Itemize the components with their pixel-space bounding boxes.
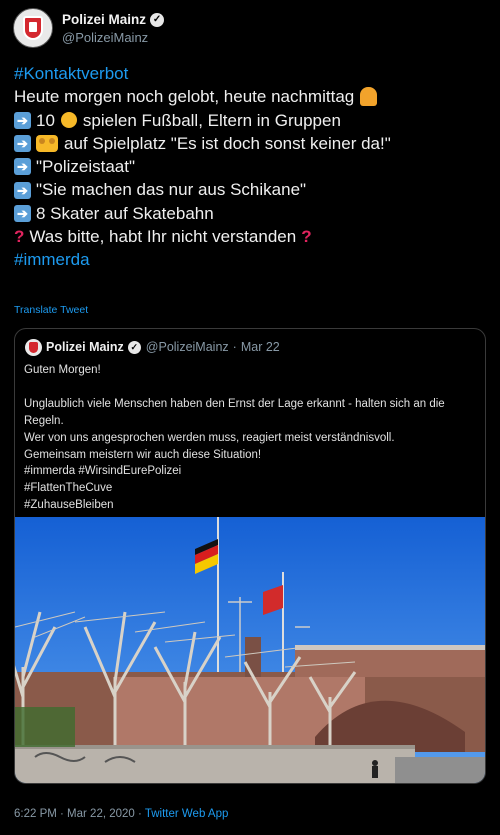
avatar[interactable]	[13, 8, 53, 48]
source-link[interactable]: Twitter Web App	[145, 808, 229, 820]
timestamp[interactable]: 6:22 PM · Mar 22, 2020 ·	[14, 808, 142, 820]
quoted-hashtags[interactable]: #FlattenTheCuve	[24, 480, 479, 497]
handle[interactable]: @PolizeiMainz	[62, 30, 148, 45]
arrow-right-icon: ➔	[14, 158, 31, 176]
face-emoji	[60, 112, 77, 129]
arrow-right-icon: ➔	[14, 111, 31, 129]
tweet-line: Heute morgen noch gelobt, heute nachmitt…	[14, 87, 355, 107]
quoted-hashtags[interactable]: #immerda #WirsindEurePolizei	[24, 463, 479, 480]
facepalm-emoji	[360, 87, 378, 107]
question-mark-icon: ?	[14, 227, 25, 247]
quoted-line: Guten Morgen!	[24, 364, 101, 376]
hashtag-link[interactable]: #Kontaktverbot	[14, 62, 128, 85]
translate-tweet-link[interactable]: Translate Tweet	[14, 304, 88, 316]
tweet: Polizei Mainz ✓ @PolizeiMainz #Kontaktve…	[0, 0, 500, 835]
question-mark-icon: ?	[301, 227, 312, 247]
police-crest-icon	[23, 16, 43, 40]
quoted-hashtags[interactable]: #ZuhauseBleiben	[24, 497, 479, 514]
tweet-footer: 6:22 PM · Mar 22, 2020 · Twitter Web App	[14, 808, 228, 820]
quoted-text: Guten Morgen! Unglaublich viele Menschen…	[24, 362, 479, 514]
tweet-line: "Polizeistaat"	[36, 157, 136, 177]
author-name-row[interactable]: Polizei Mainz ✓	[62, 12, 165, 27]
quoted-date[interactable]: Mar 22	[241, 340, 280, 354]
tweet-line: 8 Skater auf Skatebahn	[36, 203, 214, 223]
arrow-right-icon: ➔	[14, 204, 31, 222]
quoted-tweet[interactable]: Polizei Mainz ✓ @PolizeiMainz · Mar 22 G…	[14, 328, 486, 784]
meta-separator: ·	[232, 340, 237, 354]
quoted-line: Unglaublich viele Menschen haben den Ern…	[24, 397, 445, 427]
hashtag-link[interactable]: #immerda	[14, 248, 90, 271]
display-name[interactable]: Polizei Mainz	[62, 12, 146, 27]
tweet-line: spielen Fußball, Eltern in Gruppen	[82, 110, 341, 130]
quoted-header: Polizei Mainz ✓ @PolizeiMainz · Mar 22	[46, 340, 280, 354]
verified-badge-icon: ✓	[127, 340, 141, 354]
tweet-line-number: 10	[36, 110, 55, 130]
tweet-line: Was bitte, habt Ihr nicht verstanden	[29, 227, 297, 247]
quoted-avatar[interactable]	[25, 339, 42, 356]
quoted-handle[interactable]: @PolizeiMainz	[146, 340, 229, 354]
quoted-line: Wer von uns angesprochen werden muss, re…	[24, 431, 395, 444]
people-emoji	[36, 135, 58, 153]
tweet-text: #Kontaktverbot Heute morgen noch gelobt,…	[14, 62, 494, 272]
tweet-line: "Sie machen das nur aus Schikane"	[36, 180, 307, 200]
arrow-right-icon: ➔	[14, 181, 31, 199]
verified-badge-icon: ✓	[150, 12, 165, 27]
quoted-blank-line	[24, 379, 479, 396]
quoted-photo[interactable]	[15, 517, 485, 783]
arrow-right-icon: ➔	[14, 135, 31, 153]
quoted-line: Gemeinsam meistern wir auch diese Situat…	[24, 448, 262, 461]
police-crest-icon	[29, 342, 38, 353]
tweet-line: auf Spielplatz "Es ist doch sonst keiner…	[64, 133, 391, 153]
quoted-display-name[interactable]: Polizei Mainz	[46, 340, 124, 354]
